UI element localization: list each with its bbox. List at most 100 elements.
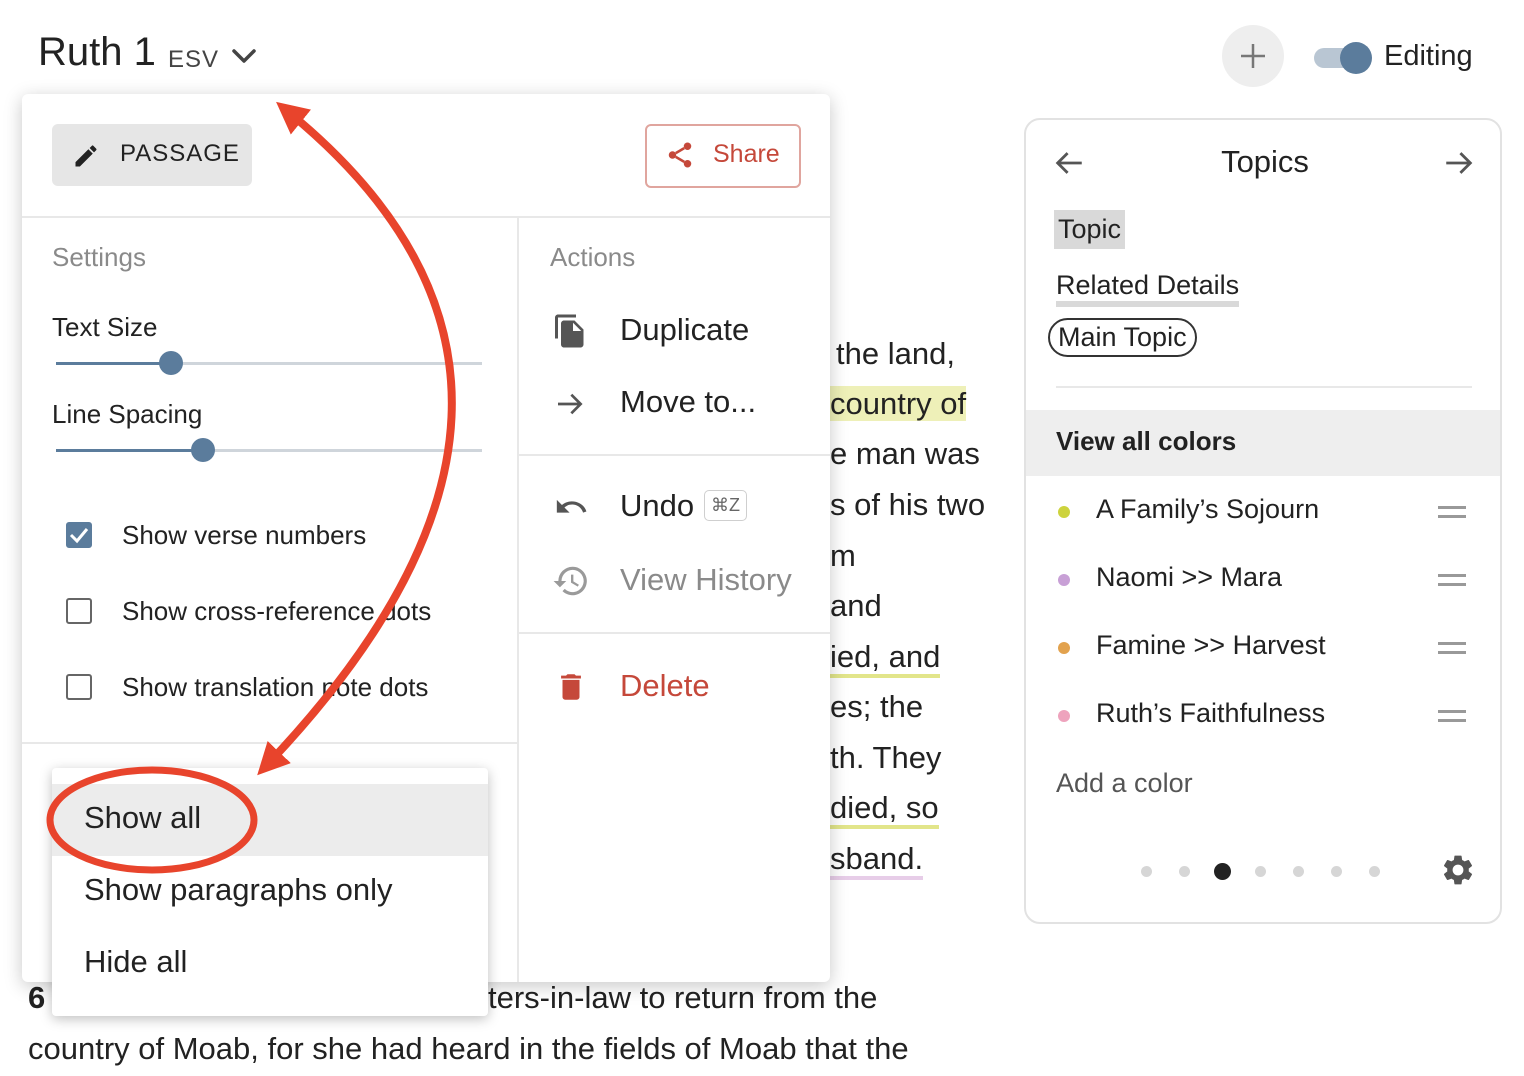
color-dot xyxy=(1058,710,1070,722)
undo-label: Undo xyxy=(620,488,695,523)
passage-text: the land, xyxy=(836,336,955,371)
verse-numbers-label: Show verse numbers xyxy=(122,520,367,550)
passage-text: died, so xyxy=(830,790,939,829)
color-dot xyxy=(1058,506,1070,518)
color-dot xyxy=(1058,574,1070,586)
duplicate-action[interactable]: Duplicate xyxy=(552,310,822,354)
arrow-right-icon xyxy=(558,393,583,415)
color-row[interactable]: A Family’s Sojourn xyxy=(1026,492,1500,532)
share-icon xyxy=(668,142,692,168)
tag-main-topic[interactable]: Main Topic xyxy=(1048,318,1197,357)
checkmark-icon xyxy=(69,528,89,544)
color-name: A Family’s Sojourn xyxy=(1096,494,1320,524)
view-history-action[interactable]: View History xyxy=(552,560,822,604)
translation-note-label: Show translation note dots xyxy=(122,672,429,702)
page-dot[interactable] xyxy=(1330,866,1342,877)
toggle-knob xyxy=(1340,42,1372,74)
share-button[interactable]: Share xyxy=(645,124,801,188)
passage-text: ied, and xyxy=(830,639,941,678)
passage-button-label: PASSAGE xyxy=(120,140,240,167)
dropdown-option-show-paragraphs[interactable]: Show paragraphs only xyxy=(52,856,488,928)
option-label: Show paragraphs only xyxy=(84,872,393,907)
chevron-down-icon[interactable] xyxy=(228,40,260,72)
dropdown-option-hide-all[interactable]: Hide all xyxy=(52,928,488,1000)
add-color-link[interactable]: Add a color xyxy=(1056,768,1193,799)
color-row[interactable]: Ruth’s Faithfulness xyxy=(1026,696,1500,736)
slider-fill xyxy=(56,449,203,452)
page-dot[interactable] xyxy=(1140,866,1152,877)
passage-text: e man was xyxy=(830,436,980,471)
underline: sband. xyxy=(830,841,924,880)
text-size-slider[interactable] xyxy=(56,351,482,375)
page-dot[interactable] xyxy=(1292,866,1304,877)
line-spacing-label: Line Spacing xyxy=(52,399,203,429)
translation-note-checkbox[interactable] xyxy=(66,674,92,700)
divider xyxy=(519,632,830,634)
trash-icon xyxy=(561,674,581,700)
undo-icon xyxy=(556,499,587,513)
color-name: Famine >> Harvest xyxy=(1096,630,1326,660)
option-label: Show all xyxy=(84,800,202,835)
passage-text: country of xyxy=(830,386,967,422)
version-label[interactable]: ESV xyxy=(168,46,219,74)
actions-heading: Actions xyxy=(550,242,636,272)
passage-text: and xyxy=(830,588,882,623)
divider xyxy=(22,216,830,218)
divider xyxy=(1056,386,1472,388)
editing-toggle[interactable] xyxy=(1314,40,1374,76)
passage-text: m xyxy=(830,538,856,573)
drag-handle-icon[interactable] xyxy=(1438,642,1466,654)
view-all-colors[interactable]: View all colors xyxy=(1026,410,1500,476)
page-dot[interactable] xyxy=(1178,866,1190,877)
page-dot[interactable] xyxy=(1254,866,1266,877)
divider xyxy=(22,742,517,744)
passage-text: es; the xyxy=(830,689,924,724)
plus-icon xyxy=(1241,44,1265,68)
arrow-right-icon[interactable] xyxy=(1442,146,1476,180)
topics-title: Topics xyxy=(1221,144,1309,179)
cross-reference-checkbox[interactable] xyxy=(66,598,92,624)
highlight: country of xyxy=(830,386,967,421)
color-dot xyxy=(1058,642,1070,654)
verse-numbers-checkbox[interactable] xyxy=(66,522,92,548)
underline: ied, and xyxy=(830,639,941,678)
drag-handle-icon[interactable] xyxy=(1438,574,1466,586)
editing-label: Editing xyxy=(1384,40,1473,72)
move-to-action[interactable]: Move to... xyxy=(552,382,822,426)
passage-text: th. They xyxy=(830,740,942,775)
tag-related-details[interactable]: Related Details xyxy=(1056,270,1240,307)
divider xyxy=(519,454,830,456)
page-dot[interactable] xyxy=(1368,866,1380,877)
view-all-colors-label: View all colors xyxy=(1056,426,1237,456)
divider xyxy=(517,216,519,982)
topics-panel: Topics Topic Related Details Main Topic … xyxy=(1024,118,1502,924)
gear-icon[interactable] xyxy=(1440,852,1476,888)
verse-number: 6 xyxy=(28,980,46,1015)
history-icon xyxy=(553,566,587,596)
color-row[interactable]: Naomi >> Mara xyxy=(1026,560,1500,600)
passage-button[interactable]: PASSAGE xyxy=(52,124,252,186)
page-title: Ruth 1 xyxy=(38,30,156,74)
share-button-label: Share xyxy=(713,140,780,168)
line-spacing-slider[interactable] xyxy=(56,438,482,462)
add-button[interactable] xyxy=(1222,25,1284,87)
page-dot[interactable] xyxy=(1213,863,1231,880)
note-dots-dropdown: Show all Show paragraphs only Hide all xyxy=(52,768,488,1016)
dropdown-option-show-all[interactable]: Show all xyxy=(52,784,488,856)
color-name: Ruth’s Faithfulness xyxy=(1096,698,1326,728)
passage-text: s of his two xyxy=(830,487,986,522)
underline: died, so xyxy=(830,790,939,829)
slider-knob[interactable] xyxy=(159,351,184,375)
tag-topic[interactable]: Topic xyxy=(1054,210,1126,249)
drag-handle-icon[interactable] xyxy=(1438,506,1466,518)
color-row[interactable]: Famine >> Harvest xyxy=(1026,628,1500,668)
drag-handle-icon[interactable] xyxy=(1438,710,1466,722)
delete-label: Delete xyxy=(620,668,710,703)
passage-text: sband. xyxy=(830,841,924,880)
slider-fill xyxy=(56,362,172,365)
move-to-label: Move to... xyxy=(620,384,757,419)
slider-knob[interactable] xyxy=(190,438,215,462)
color-name: Naomi >> Mara xyxy=(1096,562,1283,592)
undo-action[interactable]: Undo ⌘Z xyxy=(552,486,822,530)
delete-action[interactable]: Delete xyxy=(552,666,822,710)
